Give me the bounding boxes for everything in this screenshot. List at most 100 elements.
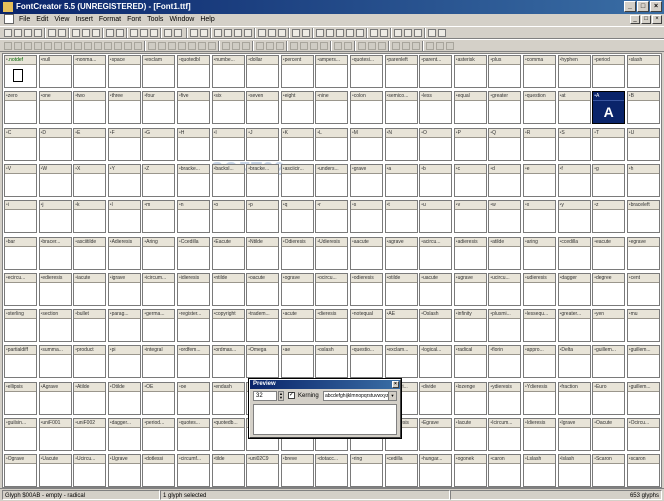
toolbar-icon[interactable] xyxy=(104,42,112,50)
glyph-cell[interactable]: •dieresis xyxy=(315,309,349,343)
toolbar-icon[interactable] xyxy=(94,42,102,50)
glyph-cell[interactable]: •three xyxy=(107,91,141,125)
glyph-cell[interactable]: •uniF002 xyxy=(73,418,107,451)
preview-size-spinner[interactable]: ▲ ▼ xyxy=(278,391,284,401)
toolbar-icon[interactable] xyxy=(290,42,298,50)
glyph-cell[interactable]: •D xyxy=(38,127,72,161)
toolbar-icon[interactable] xyxy=(412,42,420,50)
glyph-cell[interactable]: •Ydieresis xyxy=(523,381,556,415)
glyph-cell[interactable]: •ogonek xyxy=(453,454,487,487)
glyph-cell[interactable]: •x xyxy=(523,200,556,234)
glyph-cell[interactable]: •Ocircu... xyxy=(626,418,660,451)
toolbar-icon[interactable] xyxy=(150,29,158,37)
glyph-cell[interactable]: •odieresis xyxy=(350,272,383,306)
glyph-cell[interactable]: •logical... xyxy=(419,345,453,379)
glyph-cell[interactable]: •F xyxy=(107,127,141,161)
glyph-cell[interactable]: •z xyxy=(592,200,626,234)
glyph-cell[interactable]: •v xyxy=(453,200,487,234)
glyph-cell[interactable]: •breve xyxy=(280,454,314,487)
glyph-cell[interactable]: •dotacc... xyxy=(315,454,349,487)
glyph-cell[interactable]: •comma xyxy=(523,55,556,88)
glyph-cell[interactable]: •nonma... xyxy=(73,55,107,88)
toolbar-icon[interactable] xyxy=(300,42,308,50)
glyph-cell[interactable]: •exclam xyxy=(142,55,176,88)
glyph-cell[interactable]: •radical xyxy=(453,345,487,379)
preview-title-bar[interactable]: Preview × xyxy=(250,380,400,389)
toolbar-icon[interactable] xyxy=(92,29,100,37)
glyph-cell[interactable]: •ecircu... xyxy=(4,272,37,306)
toolbar-icon[interactable] xyxy=(256,42,264,50)
glyph-cell[interactable]: •t xyxy=(384,200,418,234)
glyph-cell[interactable]: •C xyxy=(4,127,37,161)
glyph-cell[interactable]: •question xyxy=(523,91,556,125)
glyph-cell[interactable]: •partialdiff xyxy=(4,345,37,379)
glyph-cell[interactable]: •register... xyxy=(177,309,210,343)
glyph-cell[interactable]: •G xyxy=(142,127,176,161)
glyph-cell[interactable]: •five xyxy=(177,91,210,125)
toolbar-icon[interactable] xyxy=(320,42,328,50)
glyph-cell[interactable]: •yen xyxy=(592,309,626,343)
glyph-cell[interactable]: •OE xyxy=(142,381,176,415)
glyph-cell[interactable]: •guillem... xyxy=(626,345,660,379)
glyph-cell[interactable]: •circumf... xyxy=(177,454,210,487)
glyph-cell[interactable]: •I xyxy=(211,127,245,161)
toolbar-icon[interactable] xyxy=(164,29,172,37)
toolbar-icon[interactable] xyxy=(358,42,366,50)
glyph-cell[interactable]: •pi xyxy=(107,345,141,379)
glyph-cell[interactable]: •percent xyxy=(280,55,314,88)
glyph-cell[interactable]: •mu xyxy=(626,309,660,343)
preview-window[interactable]: Preview × 32 ▲ ▼ ✓ Kerning abcdefghijklmno… xyxy=(249,379,401,438)
glyph-cell[interactable]: •summa... xyxy=(38,345,72,379)
toolbar-icon[interactable] xyxy=(174,29,182,37)
toolbar-icon[interactable] xyxy=(268,29,276,37)
glyph-cell[interactable]: •Igrave xyxy=(557,418,591,451)
glyph-cell[interactable]: •braceleft xyxy=(626,200,660,234)
glyph-cell[interactable]: •degree xyxy=(592,272,626,306)
glyph-cell[interactable]: •ampers... xyxy=(315,55,349,88)
toolbar-icon[interactable] xyxy=(258,29,266,37)
glyph-cell[interactable]: •section xyxy=(38,309,72,343)
glyph-cell[interactable]: •eacute xyxy=(592,236,626,270)
toolbar-icon[interactable] xyxy=(316,29,324,37)
glyph-cell[interactable]: •A A xyxy=(592,91,626,125)
glyph-cell[interactable]: •H xyxy=(177,127,210,161)
toolbar-icon[interactable] xyxy=(34,42,42,50)
glyph-cell[interactable]: •product xyxy=(73,345,107,379)
glyph-cell[interactable]: •idieresis xyxy=(177,272,210,306)
toolbar-icon[interactable] xyxy=(344,42,352,50)
preview-close-button[interactable]: × xyxy=(392,381,399,388)
glyph-cell[interactable]: •colon xyxy=(350,91,383,125)
glyph-cell[interactable]: •lslash xyxy=(557,454,591,487)
glyph-cell[interactable]: •integral xyxy=(142,345,176,379)
glyph-cell[interactable]: •lessequ... xyxy=(523,309,556,343)
toolbar-icon[interactable] xyxy=(158,42,166,50)
toolbar-icon[interactable] xyxy=(232,42,240,50)
toolbar-icon[interactable] xyxy=(278,29,286,37)
glyph-cell[interactable]: •AE xyxy=(384,309,418,343)
toolbar-icon[interactable] xyxy=(48,29,56,37)
toolbar-icon[interactable] xyxy=(436,42,444,50)
toolbar-icon[interactable] xyxy=(402,42,410,50)
glyph-cell[interactable]: •eight xyxy=(280,91,314,125)
glyph-cell[interactable]: •c xyxy=(453,163,487,197)
glyph-cell[interactable]: •quotedb... xyxy=(211,418,245,451)
glyph-cell[interactable]: •iacute xyxy=(73,272,107,306)
toolbar-icon[interactable] xyxy=(134,42,142,50)
toolbar-icon[interactable] xyxy=(72,29,80,37)
toolbar-icon[interactable] xyxy=(356,29,364,37)
glyph-cell[interactable]: •Scaron xyxy=(592,454,626,487)
glyph-cell[interactable]: •agrave xyxy=(384,236,418,270)
glyph-cell[interactable]: •K xyxy=(280,127,314,161)
glyph-cell[interactable]: •guilsin... xyxy=(4,418,37,451)
glyph-cell[interactable]: •dagger xyxy=(557,272,591,306)
glyph-cell[interactable]: •nine xyxy=(315,91,349,125)
glyph-cell[interactable]: •o xyxy=(211,200,245,234)
glyph-cell[interactable]: •Z xyxy=(142,163,176,197)
glyph-cell[interactable]: •udieresis xyxy=(523,272,556,306)
glyph-cell[interactable]: •Q xyxy=(488,127,522,161)
glyph-cell[interactable]: •Omega xyxy=(246,345,280,379)
glyph-cell[interactable]: •infinity xyxy=(453,309,487,343)
menu-view[interactable]: View xyxy=(51,14,72,26)
toolbar-icon[interactable] xyxy=(368,42,376,50)
glyph-cell[interactable]: •parent... xyxy=(419,55,453,88)
